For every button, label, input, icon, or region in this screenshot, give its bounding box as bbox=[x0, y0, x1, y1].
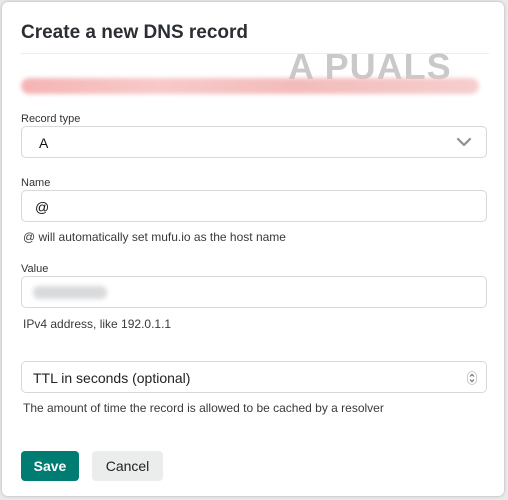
record-type-value: A bbox=[39, 135, 49, 151]
ttl-placeholder: TTL in seconds (optional) bbox=[33, 370, 191, 386]
stepper-icon[interactable] bbox=[467, 371, 477, 385]
save-button[interactable]: Save bbox=[21, 451, 79, 481]
name-help-text: @ will automatically set mufu.io as the … bbox=[23, 230, 286, 244]
dns-record-dialog: Create a new DNS record A PUALS Record t… bbox=[2, 2, 504, 496]
cancel-button[interactable]: Cancel bbox=[92, 451, 163, 481]
ttl-input[interactable]: TTL in seconds (optional) bbox=[21, 361, 487, 393]
value-input[interactable] bbox=[21, 276, 487, 308]
name-input-value: @ bbox=[35, 199, 50, 215]
redacted-notice bbox=[21, 78, 479, 94]
value-label: Value bbox=[21, 263, 49, 275]
value-help-text: IPv4 address, like 192.0.1.1 bbox=[23, 317, 172, 331]
name-label: Name bbox=[21, 177, 51, 189]
name-input[interactable]: @ bbox=[21, 190, 487, 222]
dialog-title: Create a new DNS record bbox=[21, 22, 249, 43]
chevron-down-icon bbox=[456, 137, 472, 147]
record-type-label: Record type bbox=[21, 113, 81, 125]
redacted-value bbox=[33, 286, 107, 299]
record-type-select[interactable]: A bbox=[21, 126, 487, 158]
ttl-help-text: The amount of time the record is allowed… bbox=[23, 401, 384, 415]
